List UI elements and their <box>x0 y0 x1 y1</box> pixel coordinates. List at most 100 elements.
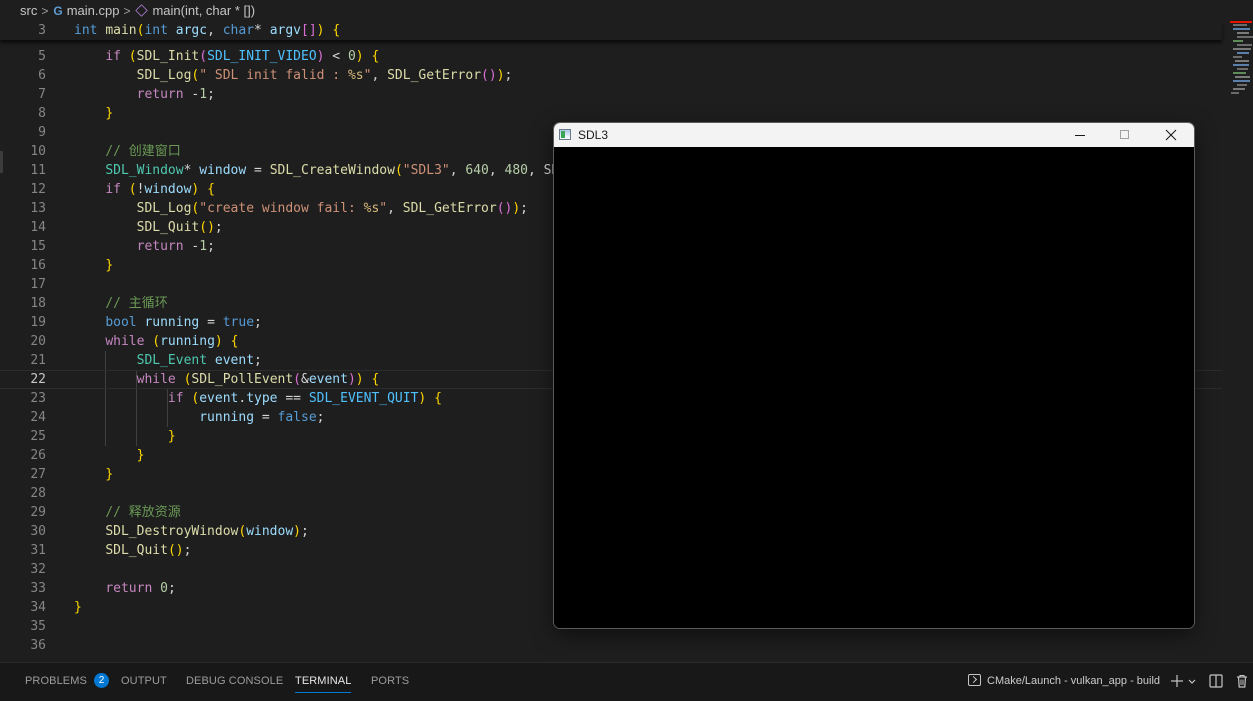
minimap-line <box>1237 84 1247 86</box>
code-text[interactable]: SDL_Log("create window fail: %s", SDL_Ge… <box>74 199 528 218</box>
terminal-instance-selector[interactable]: CMake/Launch - vulkan_app - build <box>987 663 1160 701</box>
code-text[interactable]: return -1; <box>74 85 215 104</box>
line-number: 15 <box>30 239 46 254</box>
breadcrumb-folder[interactable]: src <box>20 3 37 18</box>
code-text[interactable]: } <box>74 256 113 275</box>
code-line[interactable]: 5 if (SDL_Init(SDL_INIT_VIDEO) < 0) { <box>0 47 1222 66</box>
breadcrumb-symbol[interactable]: main(int, char * []) <box>135 3 255 18</box>
sticky-scroll-line[interactable]: 3 int main(int argc, char* argv[]) { <box>0 21 1222 40</box>
code-text[interactable]: // 创建窗口 <box>74 142 180 161</box>
code-text[interactable]: bool running = true; <box>74 313 262 332</box>
cpp-file-icon: G <box>53 3 63 18</box>
minimap-line <box>1233 24 1247 26</box>
code-line[interactable]: 7 return -1; <box>0 85 1222 104</box>
tab-output[interactable]: OUTPUT <box>121 663 167 701</box>
tab-debug-console-label: DEBUG CONSOLE <box>186 675 284 687</box>
minimap[interactable] <box>1229 21 1253 96</box>
code-text[interactable]: return -1; <box>74 237 215 256</box>
line-number: 31 <box>30 543 46 558</box>
line-number: 24 <box>30 410 46 425</box>
close-button[interactable] <box>1148 123 1194 147</box>
breadcrumb-symbol-label: main(int, char * []) <box>152 3 256 18</box>
tab-ports[interactable]: PORTS <box>371 663 409 701</box>
terminal-icon <box>968 674 981 686</box>
breadcrumb-file[interactable]: G main.cpp <box>53 3 119 18</box>
line-number: 6 <box>38 68 46 83</box>
tab-terminal[interactable]: TERMINAL <box>295 663 352 701</box>
line-number: 23 <box>30 391 46 406</box>
line-number: 17 <box>30 277 46 292</box>
trash-icon <box>1237 674 1247 688</box>
tab-debug-console[interactable]: DEBUG CONSOLE <box>186 663 283 701</box>
line-number: 3 <box>38 23 46 38</box>
terminal-dropdown-button[interactable] <box>1186 673 1198 689</box>
breadcrumb-file-label: main.cpp <box>66 3 120 18</box>
code-text[interactable]: } <box>74 446 145 465</box>
line-number: 9 <box>38 125 46 140</box>
line-number: 34 <box>30 600 46 615</box>
line-number: 7 <box>38 87 46 102</box>
code-text[interactable]: } <box>74 598 82 617</box>
code-text[interactable]: if (!window) { <box>74 180 215 199</box>
tab-output-label: OUTPUT <box>121 675 167 687</box>
code-text[interactable]: if (SDL_Init(SDL_INIT_VIDEO) < 0) { <box>74 47 379 66</box>
code-text[interactable]: if (event.type == SDL_EVENT_QUIT) { <box>74 389 442 408</box>
line-number: 33 <box>30 581 46 596</box>
app-window-icon <box>559 129 571 140</box>
kill-terminal-button[interactable] <box>1234 673 1250 689</box>
line-number: 11 <box>30 163 46 178</box>
chevron-right-icon: > <box>41 3 49 18</box>
sdl-render-surface[interactable] <box>554 147 1194 628</box>
code-line[interactable]: 6 SDL_Log(" SDL init falid : %s", SDL_Ge… <box>0 66 1222 85</box>
maximize-button[interactable] <box>1102 123 1148 147</box>
tab-ports-label: PORTS <box>371 675 410 687</box>
code-text[interactable]: return 0; <box>74 579 175 598</box>
split-icon <box>1209 674 1223 688</box>
terminal-instance-name: CMake/Launch - vulkan_app - build <box>987 675 1161 687</box>
line-number: 36 <box>30 638 46 653</box>
breadcrumb-folder-label: src <box>20 3 38 18</box>
code-text[interactable]: // 主循环 <box>74 294 167 313</box>
tab-terminal-label: TERMINAL <box>295 675 352 687</box>
code-line[interactable]: 36 <box>0 636 1222 655</box>
line-number: 29 <box>30 505 46 520</box>
line-number: 14 <box>30 220 46 235</box>
minimap-line <box>1237 68 1248 70</box>
tab-problems[interactable]: PROBLEMS 2 <box>25 663 110 701</box>
code-text[interactable]: int main(int argc, char* argv[]) { <box>74 21 340 40</box>
minimap-line <box>1233 64 1249 66</box>
minimap-line <box>1231 92 1239 94</box>
code-text[interactable]: } <box>74 465 113 484</box>
minimap-line <box>1237 52 1249 54</box>
code-text[interactable]: running = false; <box>74 408 324 427</box>
line-number: 26 <box>30 448 46 463</box>
code-text[interactable]: while (running) { <box>74 332 238 351</box>
minimap-line <box>1233 28 1250 30</box>
code-text[interactable]: // 释放资源 <box>74 503 180 522</box>
breadcrumb: src > G main.cpp > main(int, char * []) <box>0 0 1253 21</box>
minimize-button[interactable] <box>1056 123 1102 147</box>
line-number: 16 <box>30 258 46 273</box>
minimap-line <box>1233 56 1242 58</box>
split-terminal-button[interactable] <box>1208 673 1224 689</box>
code-text[interactable]: SDL_DestroyWindow(window); <box>74 522 309 541</box>
minimap-line <box>1233 72 1246 74</box>
sdl-window[interactable]: SDL3 <box>553 122 1195 629</box>
line-number: 21 <box>30 353 46 368</box>
problems-count-badge: 2 <box>94 672 110 688</box>
code-text[interactable]: } <box>74 427 176 446</box>
code-text[interactable]: SDL_Quit(); <box>74 541 191 560</box>
code-text[interactable]: while (SDL_PollEvent(&event)) { <box>74 370 380 389</box>
code-text[interactable]: SDL_Event event; <box>74 351 262 370</box>
code-text[interactable]: SDL_Quit(); <box>74 218 223 237</box>
minimap-line <box>1237 44 1252 46</box>
code-text[interactable]: } <box>74 104 113 123</box>
new-terminal-button[interactable] <box>1169 673 1185 689</box>
sdl-window-titlebar[interactable]: SDL3 <box>554 123 1194 147</box>
code-line[interactable]: 8 } <box>0 104 1222 123</box>
minimap-line <box>1237 32 1249 34</box>
minimap-line <box>1233 80 1250 82</box>
code-text[interactable]: SDL_Window* window = SDL_CreateWindow("S… <box>74 161 567 180</box>
line-number: 27 <box>30 467 46 482</box>
code-text[interactable]: SDL_Log(" SDL init falid : %s", SDL_GetE… <box>74 66 513 85</box>
